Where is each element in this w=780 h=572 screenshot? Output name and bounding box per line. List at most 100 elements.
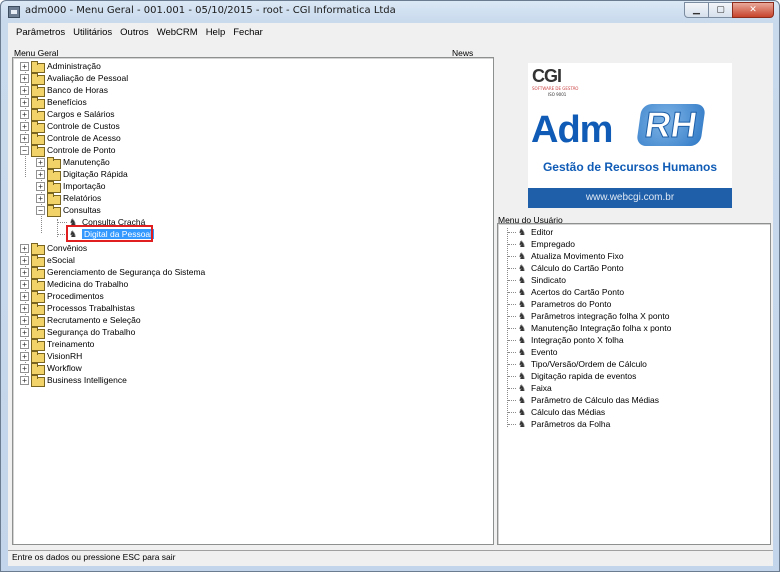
tree-item-controle-de-custos[interactable]: + Controle de Custos — [20, 120, 120, 133]
close-button[interactable]: ✕ — [732, 2, 774, 18]
folder-icon — [31, 108, 45, 121]
tree-item-convenios[interactable]: + Convênios — [20, 242, 88, 255]
tree-item-relatorios[interactable]: + Relatórios — [36, 192, 101, 205]
menu-outros[interactable]: Outros — [116, 27, 153, 38]
minimize-button[interactable]: ▁ — [684, 2, 709, 18]
folder-icon — [47, 156, 61, 169]
user-menu-label: Digitação rapida de eventos — [531, 371, 637, 381]
user-menu-item[interactable]: ♞ Sindicato — [508, 274, 566, 286]
user-menu-item[interactable]: ♞ Evento — [508, 346, 557, 358]
expand-icon[interactable]: + — [20, 363, 29, 373]
cgi-logo-text: CGI — [532, 66, 562, 86]
tree-item-controle-de-acesso[interactable]: + Controle de Acesso — [20, 132, 121, 145]
expand-icon[interactable]: + — [20, 279, 29, 289]
expand-icon[interactable]: + — [20, 109, 29, 119]
user-menu-item[interactable]: ♞ Parâmetros integração folha X ponto — [508, 310, 669, 322]
tree-guide — [508, 423, 516, 425]
menu-usuario-list[interactable]: ♞ Editor ♞ Empregado ♞ Atualiza Movimento F… — [497, 223, 771, 545]
tree-guide — [508, 267, 516, 269]
expand-icon[interactable]: + — [20, 73, 29, 83]
expand-icon[interactable]: + — [20, 351, 29, 361]
expand-icon[interactable]: + — [20, 303, 29, 313]
tree-item-seguranca-do-trabalho[interactable]: + Segurança do Trabalho — [20, 326, 135, 339]
tree-item-label: Convênios — [47, 243, 88, 253]
user-menu-label: Tipo/Versão/Ordem de Cálculo — [531, 359, 647, 369]
expand-icon[interactable]: + — [20, 133, 29, 143]
tree-item-cargos-e-salarios[interactable]: + Cargos e Salários — [20, 108, 115, 121]
user-menu-item[interactable]: ♞ Digitação rapida de eventos — [508, 370, 636, 382]
tree-item-administracao[interactable]: + Administração — [20, 60, 101, 73]
tree-item-banco-de-horas[interactable]: + Banco de Horas — [20, 84, 108, 97]
expand-icon[interactable]: + — [20, 243, 29, 253]
user-menu-item[interactable]: ♞ Parâmetro de Cálculo das Médias — [508, 394, 659, 406]
expand-icon[interactable]: + — [20, 255, 29, 265]
expand-icon[interactable]: + — [20, 121, 29, 131]
tree-item-label: Administração — [47, 61, 101, 71]
expand-icon[interactable]: + — [20, 97, 29, 107]
tree-item-label: Banco de Horas — [47, 85, 108, 95]
menu-fechar[interactable]: Fechar — [229, 27, 267, 38]
folder-icon — [31, 350, 45, 363]
user-menu-item[interactable]: ♞ Acertos do Cartão Ponto — [508, 286, 624, 298]
tree-item-gerenciamento-seguranca[interactable]: + Gerenciamento de Segurança do Sistema — [20, 266, 205, 279]
tree-item-beneficios[interactable]: + Benefícios — [20, 96, 87, 109]
expand-icon[interactable]: + — [20, 61, 29, 71]
tree-item-esocial[interactable]: + eSocial — [20, 254, 75, 267]
tree-item-procedimentos[interactable]: + Procedimentos — [20, 290, 104, 303]
collapse-icon[interactable]: − — [36, 205, 45, 215]
user-menu-item[interactable]: ♞ Integração ponto X folha — [508, 334, 624, 346]
tree-item-medicina-do-trabalho[interactable]: + Medicina do Trabalho — [20, 278, 128, 291]
user-menu-item[interactable]: ♞ Empregado — [508, 238, 575, 250]
tree-item-avaliacao-de-pessoal[interactable]: + Avaliação de Pessoal — [20, 72, 128, 85]
user-menu-item[interactable]: ♞ Parametros do Ponto — [508, 298, 611, 310]
expand-icon[interactable]: + — [20, 375, 29, 385]
user-menu-item[interactable]: ♞ Parâmetros da Folha — [508, 418, 610, 430]
expand-icon[interactable]: + — [20, 327, 29, 337]
tree-guide — [508, 399, 516, 401]
user-menu-item[interactable]: ♞ Tipo/Versão/Ordem de Cálculo — [508, 358, 647, 370]
tree-item-consultas[interactable]: − Consultas — [36, 204, 101, 217]
user-menu-item[interactable]: ♞ Manutenção Integração folha x ponto — [508, 322, 671, 334]
folder-icon — [31, 374, 45, 387]
application-window: adm000 - Menu Geral - 001.001 - 05/10/20… — [0, 0, 780, 572]
user-menu-label: Atualiza Movimento Fixo — [531, 251, 624, 261]
program-icon: ♞ — [517, 371, 527, 381]
menu-geral-tree[interactable]: + Administração + Avaliação de Pessoal + Ba… — [12, 57, 494, 545]
maximize-button[interactable]: ▢ — [708, 2, 733, 18]
tree-item-business-intelligence[interactable]: + Business Intelligence — [20, 374, 127, 387]
expand-icon[interactable]: + — [36, 193, 45, 203]
user-menu-item[interactable]: ♞ Cálculo das Médias — [508, 406, 605, 418]
expand-icon[interactable]: + — [36, 169, 45, 179]
expand-icon[interactable]: + — [36, 181, 45, 191]
expand-icon[interactable]: + — [20, 85, 29, 95]
tree-item-recrutamento-e-selecao[interactable]: + Recrutamento e Seleção — [20, 314, 141, 327]
tree-item-controle-de-ponto[interactable]: − Controle de Ponto — [20, 144, 116, 157]
cgi-logo-subtitle: SOFTWARE DE GESTÃO — [532, 86, 579, 91]
expand-icon[interactable]: + — [20, 291, 29, 301]
tree-item-importacao[interactable]: + Importação — [36, 180, 106, 193]
menu-help[interactable]: Help — [202, 27, 230, 38]
user-menu-item[interactable]: ♞ Cálculo do Cartão Ponto — [508, 262, 624, 274]
tree-item-treinamento[interactable]: + Treinamento — [20, 338, 94, 351]
collapse-icon[interactable]: − — [20, 145, 29, 155]
menu-webcrm[interactable]: WebCRM — [153, 27, 202, 38]
expand-icon[interactable]: + — [20, 339, 29, 349]
user-menu-item[interactable]: ♞ Atualiza Movimento Fixo — [508, 250, 624, 262]
menu-parametros[interactable]: Parâmetros — [12, 27, 69, 38]
expand-icon[interactable]: + — [20, 315, 29, 325]
tree-item-visionrh[interactable]: + VisionRH — [20, 350, 82, 363]
title-bar[interactable]: adm000 - Menu Geral - 001.001 - 05/10/20… — [1, 1, 779, 23]
tree-item-digitacao-rapida[interactable]: + Digitação Rápida — [36, 168, 128, 181]
expand-icon[interactable]: + — [20, 267, 29, 277]
user-menu-label: Empregado — [531, 239, 575, 249]
expand-icon[interactable]: + — [36, 157, 45, 167]
tree-item-manutencao[interactable]: + Manutenção — [36, 156, 110, 169]
tree-item-processos-trabalhistas[interactable]: + Processos Trabalhistas — [20, 302, 135, 315]
menu-utilitarios[interactable]: Utilitários — [69, 27, 116, 38]
folder-icon — [47, 180, 61, 193]
program-icon: ♞ — [517, 383, 527, 393]
user-menu-item[interactable]: ♞ Faixa — [508, 382, 552, 394]
tree-item-workflow[interactable]: + Workflow — [20, 362, 82, 375]
app-icon[interactable] — [8, 6, 20, 18]
user-menu-item[interactable]: ♞ Editor — [508, 226, 553, 238]
